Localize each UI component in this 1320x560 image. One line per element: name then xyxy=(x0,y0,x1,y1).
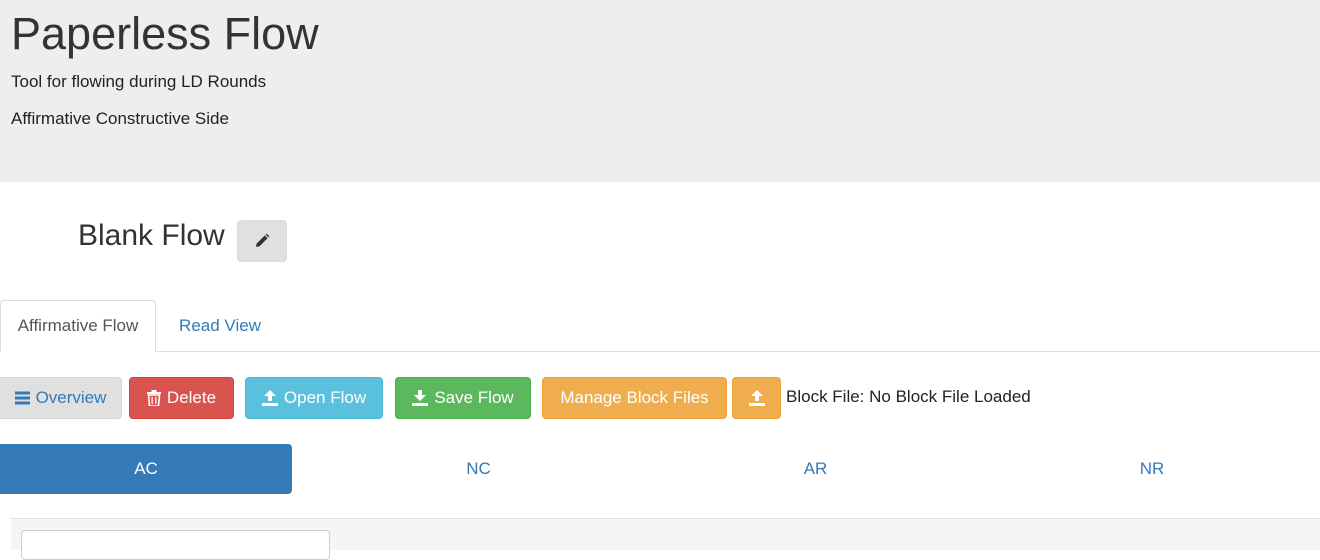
upload-icon xyxy=(748,390,765,406)
overview-button[interactable]: Overview xyxy=(0,377,122,419)
download-icon xyxy=(412,390,429,406)
upload-block-file-button[interactable] xyxy=(732,377,781,419)
upload-icon xyxy=(261,390,278,406)
speech-tab-nr[interactable]: NR xyxy=(984,444,1320,494)
speech-tab-label: NR xyxy=(1139,459,1165,478)
tab-read-view[interactable]: Read View xyxy=(157,300,283,352)
tab-affirmative-flow[interactable]: Affirmative Flow xyxy=(0,300,156,352)
header-jumbotron: Paperless Flow Tool for flowing during L… xyxy=(0,0,1320,182)
manage-block-files-button[interactable]: Manage Block Files xyxy=(542,377,727,419)
speech-tab-ar[interactable]: AR xyxy=(647,444,984,494)
manage-block-files-label: Manage Block Files xyxy=(560,388,709,407)
speech-tab-label: AC xyxy=(134,459,158,478)
save-flow-button[interactable]: Save Flow xyxy=(395,377,531,419)
list-icon xyxy=(14,391,30,405)
side-label: Affirmative Constructive Side xyxy=(11,109,229,128)
speech-tab-nc[interactable]: NC xyxy=(310,444,647,494)
delete-label: Delete xyxy=(166,388,217,407)
flow-title: Blank Flow xyxy=(78,219,225,252)
speech-tab-label: NC xyxy=(466,459,491,478)
overview-label: Overview xyxy=(35,388,107,407)
app-title: Paperless Flow xyxy=(11,8,319,59)
speech-tab-label: AR xyxy=(803,459,828,478)
pencil-icon xyxy=(253,232,271,250)
open-flow-label: Open Flow xyxy=(283,388,367,407)
app-subtitle: Tool for flowing during LD Rounds xyxy=(11,72,267,91)
save-flow-label: Save Flow xyxy=(434,388,514,407)
argument-card[interactable] xyxy=(21,530,330,560)
speech-tab-ac[interactable]: AC xyxy=(0,444,292,494)
block-file-status: Block File: No Block File Loaded xyxy=(786,387,1031,406)
delete-button[interactable]: Delete xyxy=(129,377,234,419)
tab-label: Affirmative Flow xyxy=(17,316,139,335)
open-flow-button[interactable]: Open Flow xyxy=(245,377,383,419)
edit-title-button[interactable] xyxy=(237,220,287,262)
trash-icon xyxy=(146,390,161,406)
tab-label: Read View xyxy=(179,316,261,335)
